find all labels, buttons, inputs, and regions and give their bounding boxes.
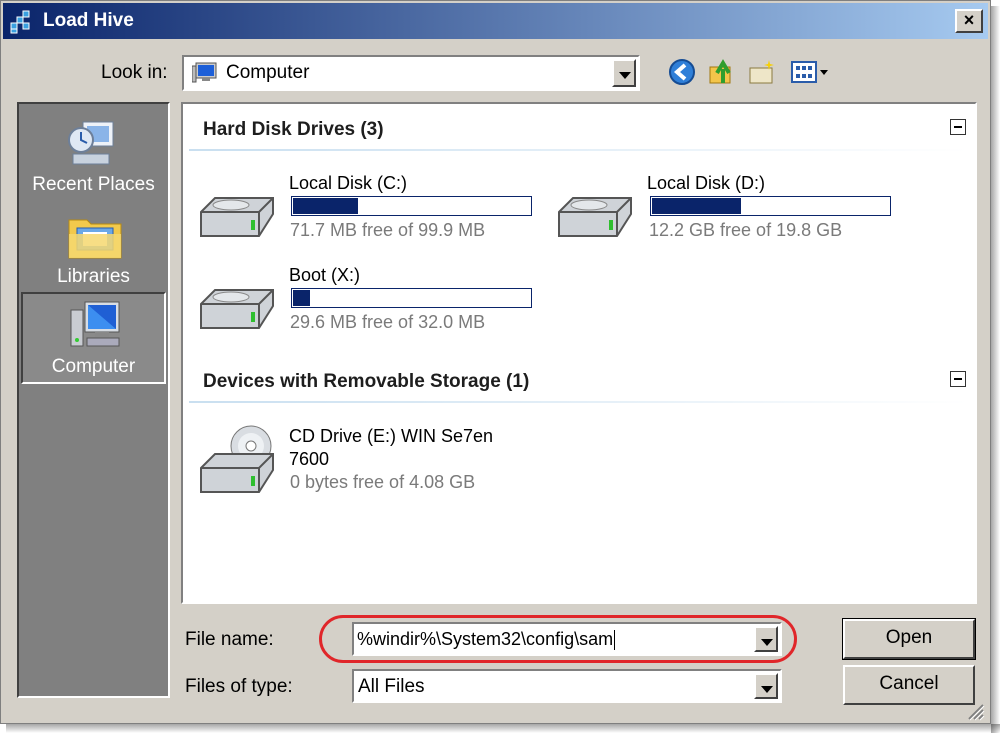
file-type-value: All Files [358, 676, 425, 697]
group-divider [189, 401, 969, 403]
drive-free-space: 12.2 GB free of 19.8 GB [649, 220, 843, 240]
libraries-icon [68, 219, 122, 259]
drive-name-line2: 7600 [289, 449, 330, 469]
group-divider [189, 149, 969, 151]
window-shadow-bottom [6, 724, 1000, 733]
close-button[interactable]: × [955, 9, 983, 33]
computer-icon [70, 301, 120, 347]
window-shadow-right [991, 6, 1000, 733]
cd-drive-icon [200, 425, 274, 493]
view-menu-icon[interactable] [789, 57, 833, 87]
drive-name[interactable]: Boot (X:) [289, 265, 360, 286]
red-highlight-annotation [319, 615, 797, 663]
hard-drive-icon [200, 289, 274, 329]
hard-drive-icon [558, 197, 632, 237]
drive-free-space: 0 bytes free of 4.08 GB [290, 472, 476, 492]
look-in-dropdown-arrow[interactable] [612, 59, 636, 87]
file-type-dropdown-arrow[interactable] [754, 673, 778, 699]
place-computer[interactable]: Computer [21, 292, 166, 384]
usage-bar [650, 196, 891, 216]
look-in-combo[interactable]: Computer [182, 55, 640, 91]
file-name-label: File name: [185, 629, 274, 650]
recent-places-icon [68, 121, 114, 165]
registry-icon [10, 10, 30, 34]
computer-small-icon [192, 62, 217, 83]
hard-drive-icon [200, 197, 274, 237]
look-in-label: Look in: [101, 62, 168, 83]
resize-grip-icon[interactable] [965, 701, 985, 721]
place-label: Computer [51, 356, 136, 377]
place-recent-places[interactable]: Recent Places [21, 110, 166, 198]
collapse-icon[interactable] [950, 371, 966, 387]
close-icon: × [963, 10, 975, 30]
usage-bar [291, 288, 532, 308]
places-bar: Recent Places Libraries Computer [17, 102, 170, 698]
file-type-select[interactable]: All Files [352, 669, 782, 703]
look-in-value: Computer [226, 62, 310, 83]
open-button[interactable]: Open [842, 618, 976, 660]
drive-name[interactable]: Local Disk (D:) [647, 173, 765, 194]
drive-name[interactable]: CD Drive (E:) WIN Se7en [289, 426, 493, 447]
place-label: Libraries [57, 266, 130, 287]
collapse-icon[interactable] [950, 119, 966, 135]
drive-free-space: 29.6 MB free of 32.0 MB [290, 312, 486, 332]
place-libraries[interactable]: Libraries [21, 202, 166, 290]
group-header-hard-disks: Hard Disk Drives (3) [203, 119, 384, 140]
up-folder-icon[interactable] [707, 57, 737, 87]
back-icon[interactable] [667, 57, 697, 87]
drive-free-space: 71.7 MB free of 99.9 MB [290, 220, 486, 240]
title-bar[interactable]: Load Hive × [3, 3, 988, 39]
usage-bar-fill [293, 290, 311, 306]
usage-bar-fill [652, 198, 741, 214]
load-hive-dialog: Load Hive × Look in: Computer Recent Pla… [0, 0, 991, 724]
file-type-label: Files of type: [185, 676, 293, 697]
usage-bar-fill [293, 198, 358, 214]
drive-name[interactable]: Local Disk (C:) [289, 173, 407, 194]
place-label: Recent Places [32, 174, 155, 195]
new-folder-icon[interactable] [747, 57, 777, 87]
usage-bar [291, 196, 532, 216]
window-title: Load Hive [43, 10, 134, 31]
group-header-removable: Devices with Removable Storage (1) [203, 371, 530, 392]
file-view[interactable]: Hard Disk Drives (3) Local Disk (C:) 71.… [181, 102, 977, 604]
cancel-button[interactable]: Cancel [843, 665, 975, 705]
